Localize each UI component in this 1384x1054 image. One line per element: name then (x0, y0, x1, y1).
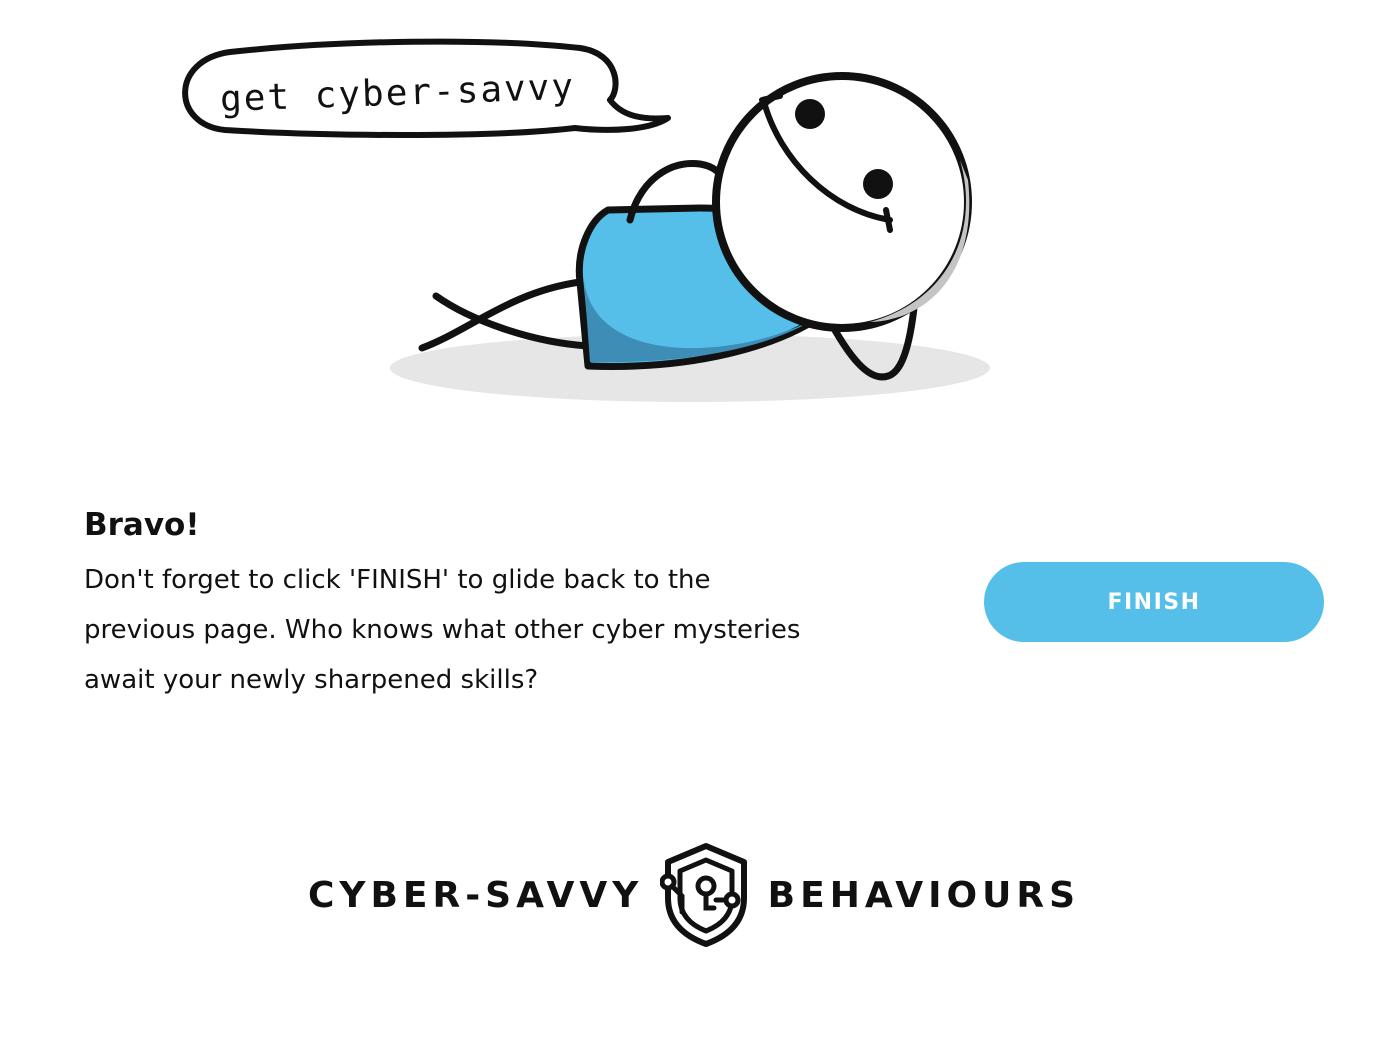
logo-left-word: CYBER-SAVVY (308, 874, 644, 916)
speech-bubble: get cyber-savvy (182, 38, 671, 138)
logo-right-word: BEHAVIOURS (767, 874, 1080, 916)
shield-circuit-icon (659, 843, 747, 947)
message-title: Bravo! (84, 507, 200, 543)
finish-button[interactable]: FINISH (984, 562, 1324, 642)
completion-message: Bravo! Don't forget to click 'FINISH' to… (84, 505, 844, 705)
head (712, 72, 972, 332)
message-body: Don't forget to click 'FINISH' to glide … (84, 565, 801, 695)
relaxing-figure-illustration: get cyber-savvy (182, 38, 990, 402)
brand-logo: CYBER-SAVVY BEHAVIOURS (308, 842, 1080, 948)
hero-illustration: get cyber-savvy (170, 30, 1010, 420)
